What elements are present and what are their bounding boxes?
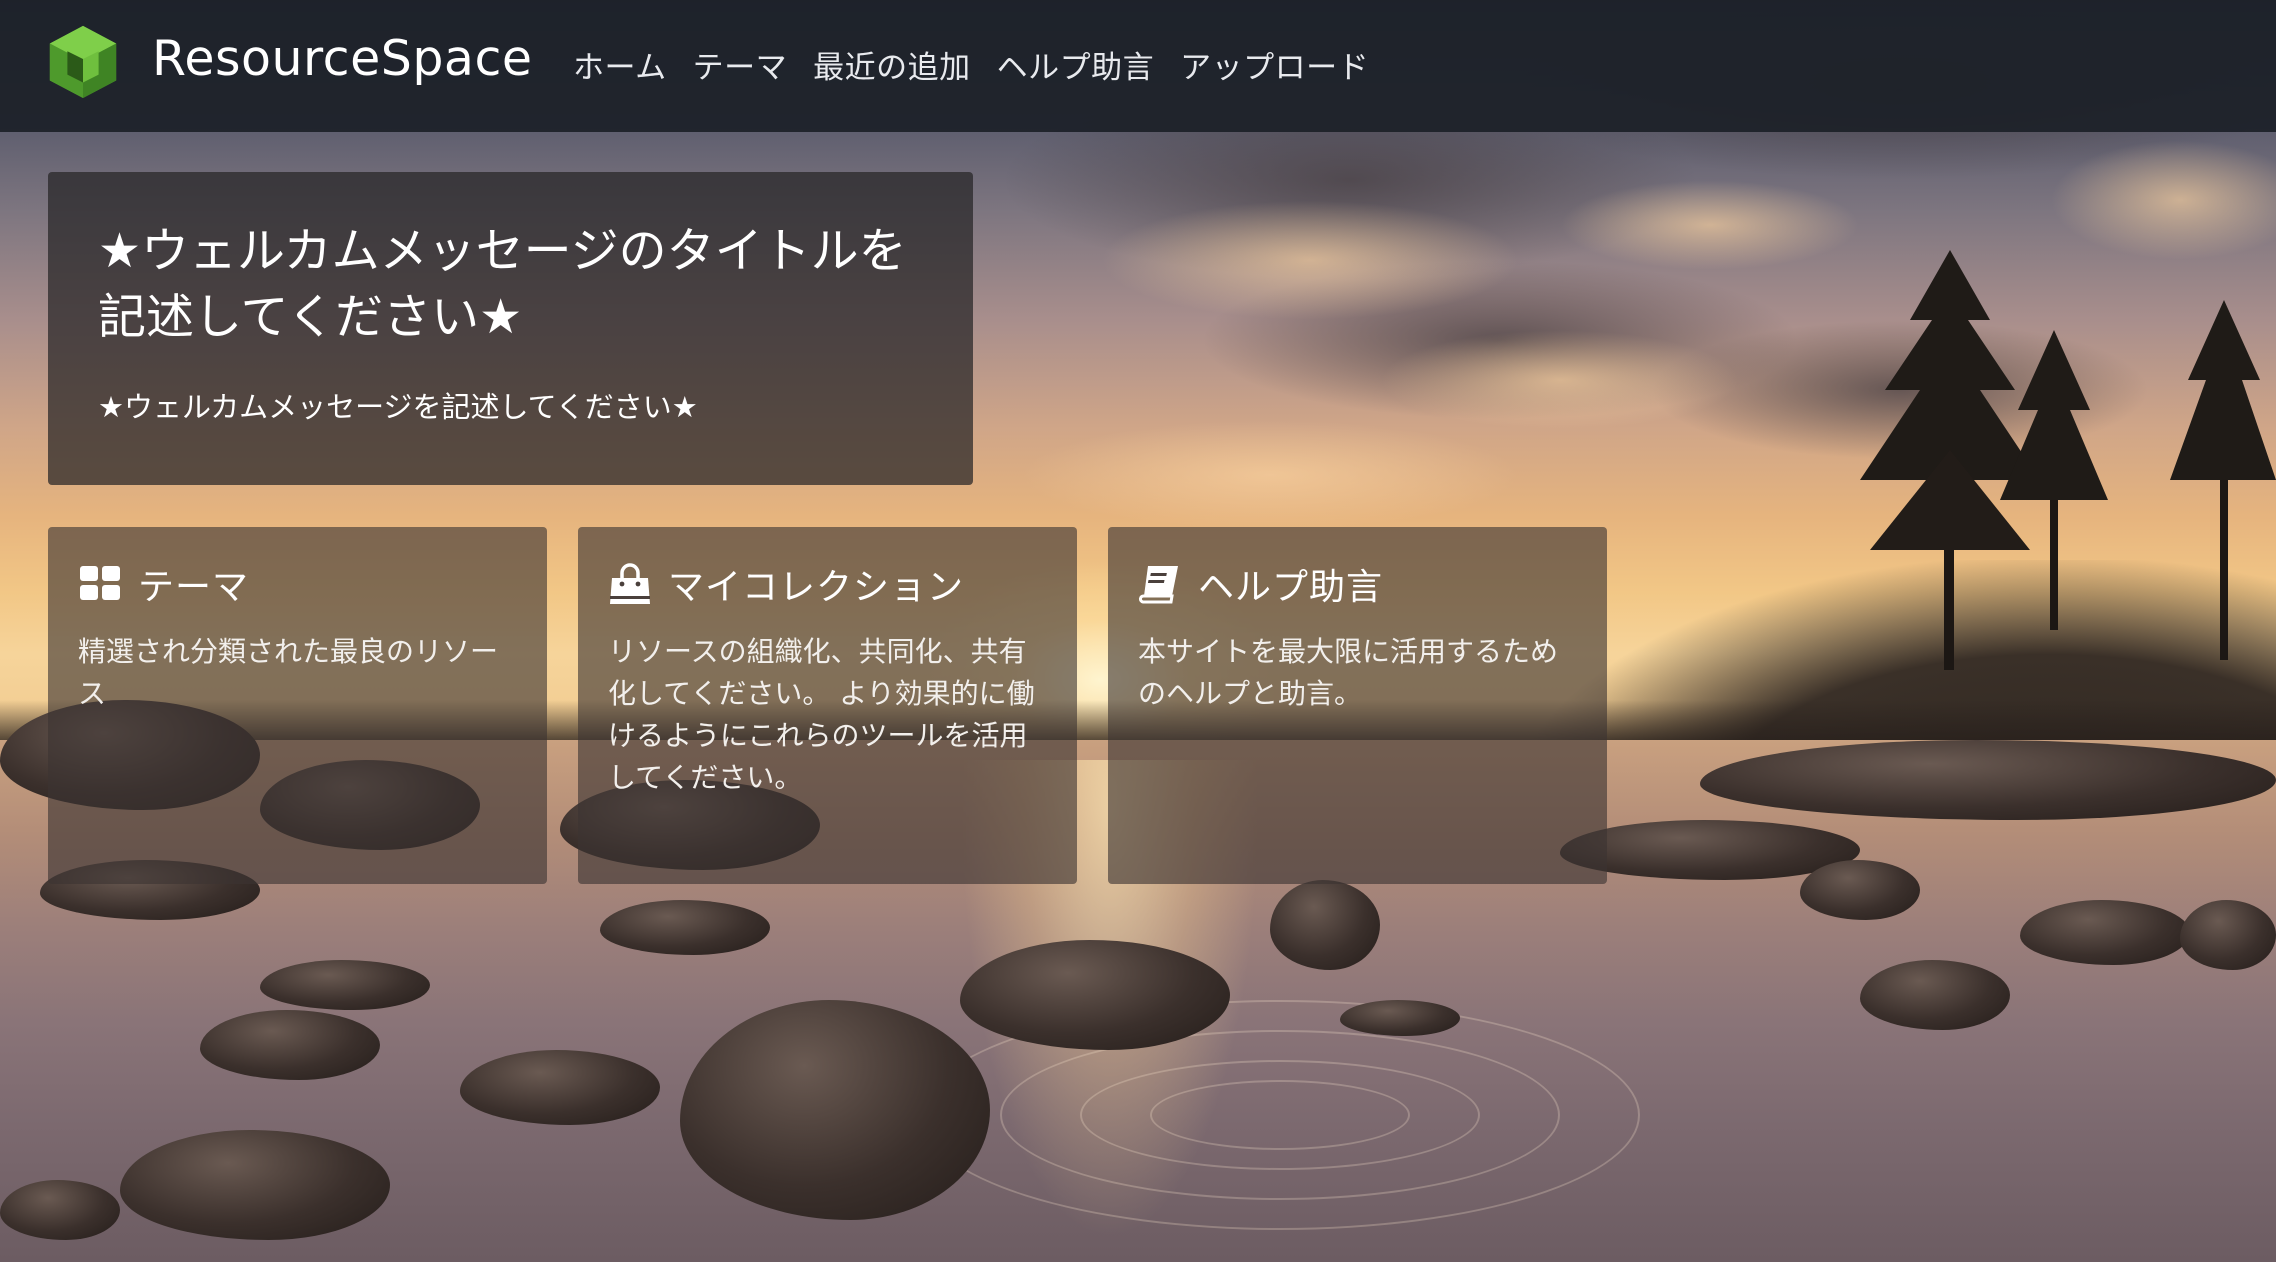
logo-text: ResourceSpace [152, 30, 533, 87]
rock [1800, 860, 1920, 920]
cloud [1560, 180, 1860, 270]
rock [0, 1180, 120, 1240]
rock [1270, 880, 1380, 970]
welcome-title: ★ウェルカムメッセージのタイトルを記述してください★ [98, 223, 907, 345]
rock [2180, 900, 2276, 970]
rock [1700, 740, 2276, 820]
rock [120, 1130, 390, 1240]
tile-title: マイコレクション [668, 567, 965, 608]
tile-header: ヘルプ助言 [1138, 553, 1577, 615]
cloud [1020, 420, 1520, 530]
welcome-panel: ★ウェルカムメッセージのタイトルを記述してください★ ★ウェルカムメッセージを記… [48, 172, 973, 485]
tile-themes[interactable]: テーマ 精選され分類された最良のリソース [48, 527, 547, 884]
cloud [1100, 200, 1520, 320]
rock [260, 960, 430, 1010]
rock [600, 900, 770, 955]
rock [460, 1050, 660, 1125]
rock [680, 1000, 990, 1220]
pine-tree [2000, 330, 2108, 630]
rock [200, 1010, 380, 1080]
tile-description: 本サイトを最大限に活用するためのヘルプと助言。 [1138, 635, 1559, 710]
tile-header: マイコレクション [608, 553, 1047, 615]
book-icon [1138, 566, 1178, 604]
main-nav: ホーム テーマ 最近の追加 ヘルプ助言 アップロード [573, 42, 1369, 87]
tile-description: 精選され分類された最良のリソース [78, 635, 499, 710]
grid-icon [80, 566, 120, 600]
tile-my-collections[interactable]: マイコレクション リソースの組織化、共同化、共有化してください。 より効果的に働… [578, 527, 1077, 884]
tile-title: テーマ [138, 567, 250, 608]
top-navigation-bar: ResourceSpace ホーム テーマ 最近の追加 ヘルプ助言 アップロード [0, 0, 2276, 132]
cloud [1380, 330, 1740, 430]
tile-header: テーマ [78, 553, 517, 615]
rock [960, 940, 1230, 1050]
tile-description: リソースの組織化、共同化、共有化してください。 より効果的に働けるようにこれらの… [608, 635, 1035, 794]
resourcespace-cube-icon [49, 25, 117, 99]
nav-themes[interactable]: テーマ [693, 42, 788, 87]
nav-recent[interactable]: 最近の追加 [813, 42, 971, 87]
tile-help[interactable]: ヘルプ助言 本サイトを最大限に活用するためのヘルプと助言。 [1108, 527, 1607, 884]
nav-help[interactable]: ヘルプ助言 [997, 42, 1155, 87]
welcome-text: ★ウェルカムメッセージを記述してください★ [98, 390, 698, 424]
rock [2020, 900, 2190, 965]
shopping-bag-icon [610, 563, 650, 604]
nav-home[interactable]: ホーム [573, 42, 667, 87]
pine-tree [2170, 300, 2276, 660]
tile-title: ヘルプ助言 [1198, 567, 1384, 608]
rock [1860, 960, 2010, 1030]
rock [1340, 1000, 1460, 1036]
nav-upload[interactable]: アップロード [1180, 42, 1369, 87]
